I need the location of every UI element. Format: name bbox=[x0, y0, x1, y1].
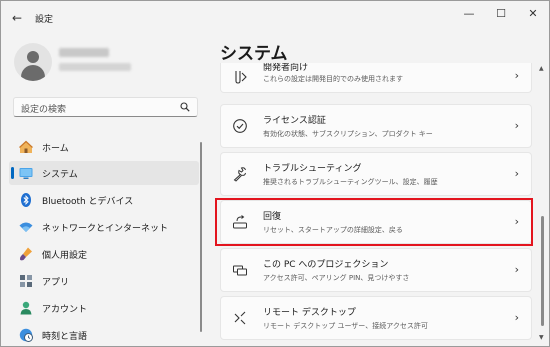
sidebar-item-label: ネットワークとインターネット bbox=[42, 224, 169, 234]
user-name-redacted bbox=[59, 48, 109, 57]
remote-desktop-icon bbox=[234, 311, 246, 325]
apps-icon bbox=[20, 275, 32, 287]
scroll-down-arrow-icon[interactable]: ▼ bbox=[539, 334, 544, 341]
home-icon bbox=[19, 140, 33, 153]
chevron-right-icon: › bbox=[514, 311, 519, 324]
card-title: リモート デスクトップ bbox=[263, 308, 356, 318]
person-icon bbox=[27, 51, 39, 63]
display-icon bbox=[19, 168, 33, 179]
sidebar-item-bluetooth[interactable]: Bluetooth とデバイス bbox=[9, 188, 199, 212]
minimize-button[interactable]: — bbox=[453, 1, 485, 27]
sidebar-scrollbar[interactable] bbox=[200, 142, 202, 332]
wifi-icon bbox=[19, 222, 33, 232]
bluetooth-icon bbox=[21, 193, 31, 207]
sidebar-item-system[interactable]: システム bbox=[9, 161, 199, 185]
sidebar-item-personalization[interactable]: 個人用設定 bbox=[9, 242, 199, 266]
sidebar-item-label: システム bbox=[42, 170, 78, 180]
search-placeholder: 設定の検索 bbox=[21, 105, 67, 115]
highlight-frame bbox=[215, 198, 533, 246]
window-title: 設定 bbox=[35, 15, 54, 25]
search-icon[interactable] bbox=[180, 102, 190, 112]
sidebar-item-network[interactable]: ネットワークとインターネット bbox=[9, 215, 199, 239]
developer-icon bbox=[235, 71, 247, 84]
card-description: 有効化の状態、サブスクリプション、プロダクト キー bbox=[263, 130, 433, 138]
activation-check-icon bbox=[233, 119, 247, 133]
setting-card-developer[interactable]: 開発者向け これらの設定は開発目的でのみ使用されます › bbox=[220, 63, 532, 93]
setting-card-remote-desktop[interactable]: リモート デスクトップ リモート デスクトップ ユーザー、接続アクセス許可 › bbox=[220, 296, 532, 340]
card-title: ライセンス認証 bbox=[263, 116, 326, 126]
settings-window: ← 設定 — ☐ ✕ 設定の検索 ホーム システム Bluetooth とデバイ… bbox=[0, 0, 550, 347]
chevron-right-icon: › bbox=[514, 69, 519, 82]
sidebar-item-time-language[interactable]: 時刻と言語 bbox=[9, 323, 199, 346]
sidebar-item-label: Bluetooth とデバイス bbox=[42, 197, 134, 207]
card-title: この PC へのプロジェクション bbox=[263, 260, 389, 270]
chevron-right-icon: › bbox=[514, 119, 519, 132]
sidebar-item-label: 時刻と言語 bbox=[42, 332, 88, 342]
user-email-redacted bbox=[59, 63, 131, 71]
close-button[interactable]: ✕ bbox=[517, 1, 549, 27]
projection-icon bbox=[233, 265, 247, 276]
main-scrollbar[interactable] bbox=[541, 216, 544, 326]
card-description: 推奨されるトラブルシューティングツール、設定、履歴 bbox=[263, 178, 438, 186]
setting-card-activation[interactable]: ライセンス認証 有効化の状態、サブスクリプション、プロダクト キー › bbox=[220, 104, 532, 148]
sidebar-item-label: アカウント bbox=[42, 305, 88, 315]
card-title: 開発者向け bbox=[263, 63, 309, 73]
sidebar-item-home[interactable]: ホーム bbox=[9, 135, 199, 159]
sidebar-item-accounts[interactable]: アカウント bbox=[9, 296, 199, 320]
page-title: システム bbox=[220, 44, 288, 64]
setting-card-projection[interactable]: この PC へのプロジェクション アクセス許可、ペアリング PIN、見つけやすさ… bbox=[220, 248, 532, 292]
maximize-button[interactable]: ☐ bbox=[485, 1, 517, 27]
sidebar-item-label: ホーム bbox=[42, 144, 69, 154]
card-description: リモート デスクトップ ユーザー、接続アクセス許可 bbox=[263, 322, 428, 330]
title-bar: ← 設定 — ☐ ✕ bbox=[1, 1, 549, 35]
card-title: トラブルシューティング bbox=[263, 164, 362, 174]
scroll-up-arrow-icon[interactable]: ▲ bbox=[539, 65, 544, 72]
sidebar-item-label: アプリ bbox=[42, 278, 70, 288]
chevron-right-icon: › bbox=[514, 167, 519, 180]
back-button[interactable]: ← bbox=[9, 10, 25, 26]
search-input[interactable]: 設定の検索 bbox=[13, 97, 198, 117]
chevron-right-icon: › bbox=[514, 263, 519, 276]
wrench-icon bbox=[233, 167, 246, 182]
clock-globe-icon bbox=[19, 328, 33, 342]
card-description: アクセス許可、ペアリング PIN、見つけやすさ bbox=[263, 274, 410, 282]
user-avatar[interactable] bbox=[14, 43, 52, 81]
sidebar-item-label: 個人用設定 bbox=[42, 251, 88, 261]
account-icon bbox=[20, 301, 32, 315]
active-indicator bbox=[11, 167, 14, 179]
card-description: これらの設定は開発目的でのみ使用されます bbox=[263, 75, 403, 83]
setting-card-troubleshoot[interactable]: トラブルシューティング 推奨されるトラブルシューティングツール、設定、履歴 › bbox=[220, 152, 532, 196]
brush-icon bbox=[19, 247, 32, 261]
sidebar-item-apps[interactable]: アプリ bbox=[9, 269, 199, 293]
